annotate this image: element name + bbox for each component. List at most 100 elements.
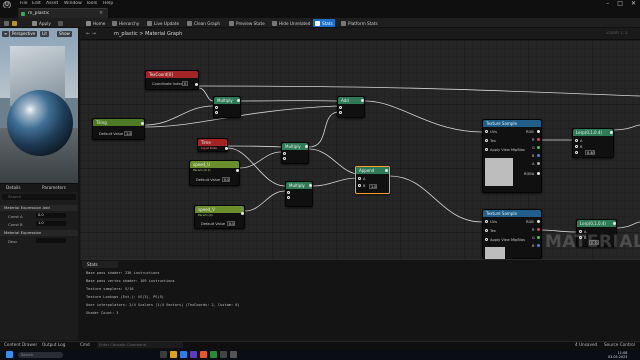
tex2-tex-pin[interactable] (485, 229, 488, 232)
tex2-thumbnail (485, 247, 505, 259)
tex1-r-pin[interactable] (537, 138, 540, 141)
tex1-b-pin[interactable] (537, 154, 540, 157)
tex2-b-pin[interactable] (537, 244, 540, 247)
tex2-rgb-pin[interactable] (537, 220, 540, 223)
tex1-rgb-pin[interactable] (537, 130, 540, 133)
node-append[interactable]: Append A B 1.0 (355, 166, 390, 194)
tex1-rgba-label: RGBA (524, 172, 535, 176)
node-append-output-pin[interactable] (385, 169, 388, 172)
node-multiply-1-output-pin[interactable] (237, 99, 240, 102)
node-multiply-3-a-pin[interactable] (287, 191, 290, 194)
wire-speedv-mult3 (244, 190, 286, 212)
node-speed-u[interactable]: speed_U Param (0.1) Default Value 0.0 (189, 160, 240, 186)
node-speed-u-default-field[interactable]: 0.0 (222, 177, 230, 182)
lerp1-a-pin[interactable] (575, 139, 578, 142)
tex1-rgb-label: RGB (526, 130, 534, 134)
tex2-r-pin[interactable] (537, 228, 540, 231)
node-speed-v-subtitle: Param (0) (198, 213, 213, 217)
node-texture-sample-1[interactable]: Texture Sample UVs Tex Apply View MipBia… (482, 119, 542, 193)
lerp1-a-label: A (580, 139, 583, 143)
node-multiply-3-output-pin[interactable] (309, 184, 312, 187)
node-texcoord-index-field[interactable]: 0 (182, 81, 188, 86)
stats-line: Base pass vertex shader: 169 instruction… (86, 279, 175, 283)
tex1-uvs-pin[interactable] (485, 130, 488, 133)
node-append-a-label: A (363, 177, 366, 181)
node-tiling-output-pin[interactable] (141, 122, 144, 125)
node-add-output-pin[interactable] (361, 99, 364, 102)
tex1-g-pin[interactable] (537, 146, 540, 149)
node-lerp-1-title: Lerp(0,1,0.4) (573, 129, 613, 136)
content-drawer-button[interactable]: Content Drawer (4, 342, 37, 347)
stats-line: Shader Count: 3 (86, 311, 119, 315)
node-tiling[interactable]: Tiling Default Value 1.0 (92, 118, 145, 140)
node-speed-u-output-pin[interactable] (236, 169, 239, 172)
stats-line: Base pass shader: 236 instructions (86, 271, 160, 275)
file-explorer-icon[interactable] (170, 351, 177, 358)
node-append-a-pin[interactable] (358, 177, 361, 180)
node-multiply-2-output-pin[interactable] (305, 145, 308, 148)
cmd-dropdown[interactable]: Cmd (80, 342, 90, 347)
app-icon[interactable] (200, 351, 207, 358)
tab-stats[interactable]: Stats (82, 261, 118, 268)
node-lerp-1[interactable]: Lerp(0,1,0.4) A B 0.40 (572, 128, 614, 158)
node-multiply-2-a-pin[interactable] (283, 152, 286, 155)
tex2-uvs-pin[interactable] (485, 220, 488, 223)
wire-tiling-add (144, 105, 338, 128)
app-icon[interactable] (230, 351, 237, 358)
app-icon[interactable] (190, 351, 197, 358)
tex2-g-label: G (532, 236, 535, 240)
node-speed-u-subtitle: Param (0.1) (193, 168, 211, 172)
lerp1-alpha-field[interactable]: 0.40 (585, 150, 595, 155)
node-time-subtitle: Input Data (201, 146, 217, 150)
node-append-b-pin[interactable] (358, 184, 361, 187)
node-add-b-pin[interactable] (339, 111, 342, 114)
lerp1-output-pin[interactable] (610, 131, 613, 134)
node-texcoord-output-pin[interactable] (195, 83, 198, 86)
node-time[interactable]: Time Input Data (197, 138, 228, 152)
node-add-a-pin[interactable] (339, 106, 342, 109)
wire-mult2-add (308, 111, 338, 148)
node-tiling-default-field[interactable]: 1.0 (124, 131, 132, 136)
taskbar-clock[interactable]: 11:08 03.05.2023 (608, 351, 627, 359)
start-icon[interactable] (6, 351, 13, 358)
node-speed-v-default-field[interactable]: 0.0 (227, 221, 235, 226)
edge-icon[interactable] (180, 351, 187, 358)
taskbar-search[interactable]: Search (18, 352, 63, 358)
lerp2-output-pin[interactable] (613, 222, 616, 225)
node-multiply-1[interactable]: Multiply (213, 96, 241, 118)
output-log-button[interactable]: Output Log (42, 342, 65, 347)
console-command-input[interactable]: Enter Console Command (97, 342, 183, 348)
tex2-mipbias-pin[interactable] (485, 238, 488, 241)
node-speed-u-default-label: Default Value (196, 178, 221, 182)
tex1-tex-pin[interactable] (485, 139, 488, 142)
node-speed-v-output-pin[interactable] (241, 212, 244, 215)
lerp1-b-pin[interactable] (575, 145, 578, 148)
node-multiply-3-b-pin[interactable] (287, 196, 290, 199)
node-append-b-field[interactable]: 1.0 (369, 184, 377, 189)
node-multiply-1-b-pin[interactable] (215, 111, 218, 114)
node-multiply-2[interactable]: Multiply (281, 142, 309, 164)
node-add[interactable]: Add (337, 96, 365, 118)
node-speed-v-default-label: Default Value (201, 222, 226, 226)
clock-date: 03.05.2023 (608, 355, 628, 359)
app-icon[interactable] (210, 351, 217, 358)
node-texcoord[interactable]: TexCoord[0] Coordinate Index 0 (145, 70, 199, 90)
tex1-rgba-pin[interactable] (537, 172, 540, 175)
lerp1-alpha-pin[interactable] (575, 151, 578, 154)
node-time-output-pin[interactable] (225, 147, 228, 150)
source-control-button[interactable]: Source Control (604, 342, 635, 347)
tex1-a-pin[interactable] (537, 162, 540, 165)
tex1-g-label: G (532, 146, 535, 150)
node-speed-v[interactable]: speed_V Param (0) Default Value 0.0 (194, 205, 245, 229)
node-multiply-3[interactable]: Multiply (285, 181, 313, 207)
node-texture-sample-2[interactable]: Texture Sample UVs Tex Apply View MipBia… (482, 209, 542, 259)
tex2-g-pin[interactable] (537, 236, 540, 239)
tex1-r-label: R (532, 138, 535, 142)
task-view-icon[interactable] (160, 351, 167, 358)
unsaved-indicator[interactable]: 4 Unsaved (575, 342, 597, 347)
node-multiply-2-b-pin[interactable] (283, 157, 286, 160)
tex1-mipbias-pin[interactable] (485, 148, 488, 151)
node-multiply-1-a-pin[interactable] (215, 106, 218, 109)
tex2-b-label: B (532, 244, 535, 248)
unreal-taskbar-icon[interactable] (220, 351, 227, 358)
